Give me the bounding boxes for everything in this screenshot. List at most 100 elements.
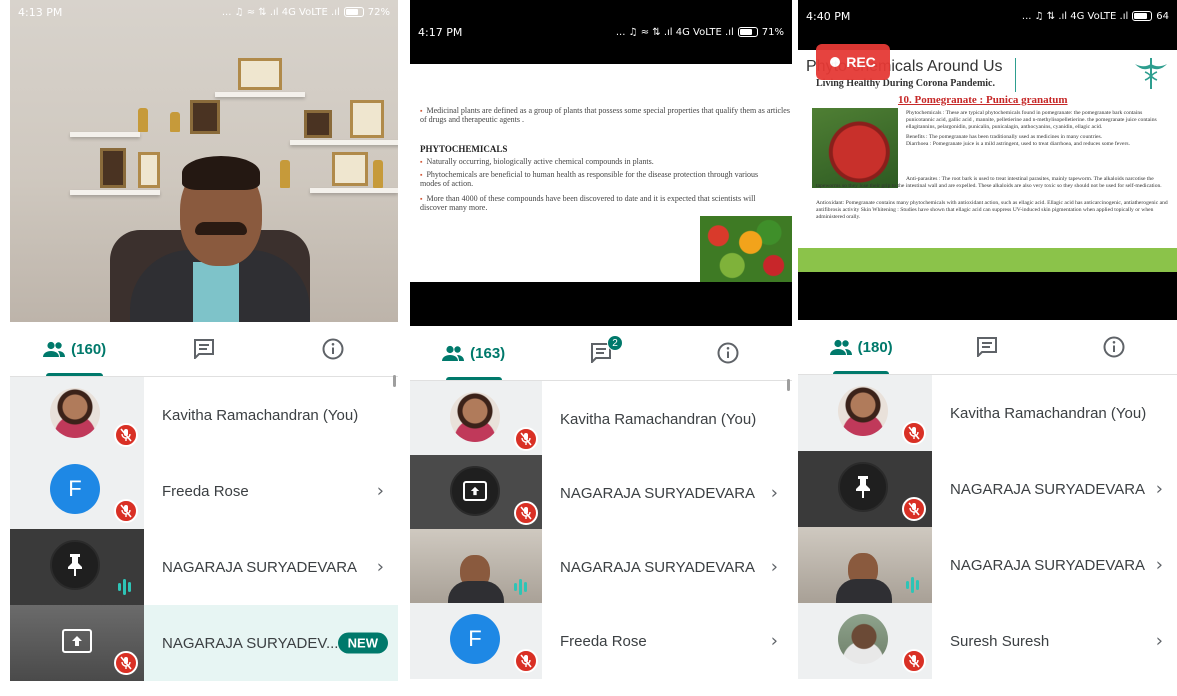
participant-tile bbox=[10, 377, 144, 453]
mic-off-icon bbox=[514, 649, 538, 673]
present-screen-icon bbox=[62, 629, 92, 653]
battery-level: 71% bbox=[761, 26, 784, 38]
slide-bullet: Naturally occurring, biologically active… bbox=[420, 157, 790, 166]
mic-off-icon bbox=[902, 497, 926, 521]
tab-chat[interactable]: 2 bbox=[537, 326, 664, 380]
participant-list[interactable]: Kavitha Ramachandran (You) NAGARAJA SURY… bbox=[410, 379, 792, 696]
phone-screen-3: 4:40 PM ... ♫ ⇅ .ıl 4G VoLTE .ıl 64 REC P… bbox=[798, 0, 1177, 696]
status-network: ... ♫ ≈ ⇅ .ıl 4G VoLTE .ıl bbox=[221, 6, 340, 18]
status-bar: 4:13 PM ... ♫ ≈ ⇅ .ıl 4G VoLTE .ıl 72% bbox=[10, 0, 398, 24]
tab-chat[interactable] bbox=[924, 320, 1050, 374]
wall-shelf bbox=[215, 92, 305, 97]
status-network: ... ♫ ≈ ⇅ .ıl 4G VoLTE .ıl bbox=[615, 26, 734, 38]
participant-name: NAGARAJA SURYADEVARA › bbox=[560, 482, 778, 504]
trophy bbox=[280, 160, 290, 188]
info-icon bbox=[322, 338, 344, 360]
slide-text-block: Antioxidant: Pomegranate contains many p… bbox=[816, 200, 1168, 220]
trophy bbox=[170, 112, 180, 132]
participant-row[interactable]: NAGARAJA SURYADEVARA › bbox=[798, 451, 1177, 527]
participant-body bbox=[448, 581, 504, 605]
participant-row[interactable]: NAGARAJA SURYADEVARA › bbox=[10, 529, 398, 605]
tab-people[interactable]: (180) bbox=[798, 320, 924, 374]
participant-row[interactable]: F Freeda Rose › bbox=[10, 453, 398, 529]
mic-off-icon bbox=[514, 427, 538, 451]
battery-level: 64 bbox=[1156, 10, 1169, 22]
slide-footer-bar bbox=[798, 248, 1177, 272]
participant-tile bbox=[798, 451, 932, 527]
award-frame bbox=[100, 148, 126, 188]
people-count: (163) bbox=[470, 344, 506, 362]
presenter-video[interactable]: 4:13 PM ... ♫ ≈ ⇅ .ıl 4G VoLTE .ıl 72% bbox=[10, 0, 398, 322]
participant-tile bbox=[10, 529, 144, 605]
info-icon bbox=[1103, 336, 1125, 358]
participant-row[interactable]: Suresh Suresh › bbox=[798, 603, 1177, 679]
slide-text-block: Anti-parasites : The root bark is used t… bbox=[816, 176, 1162, 189]
tab-info[interactable] bbox=[269, 322, 398, 376]
chevron-right-icon[interactable]: › bbox=[1156, 479, 1163, 500]
trophy bbox=[138, 108, 148, 132]
meeting-tabs: (180) bbox=[798, 320, 1177, 374]
participant-row[interactable]: Kavitha Ramachandran (You) bbox=[10, 377, 398, 453]
participant-name: NAGARAJA SURYADEVARA › bbox=[560, 556, 778, 578]
pin-icon bbox=[68, 554, 82, 576]
slide-heading: PHYTOCHEMICALS bbox=[420, 144, 508, 154]
participant-name: NAGARAJA SURYADEV... NEW bbox=[144, 605, 398, 681]
chevron-right-icon[interactable]: › bbox=[771, 557, 778, 578]
chevron-right-icon[interactable]: › bbox=[377, 557, 384, 578]
participant-name: NAGARAJA SURYADEVARA › bbox=[162, 556, 384, 578]
participant-row[interactable]: F Freeda Rose › bbox=[410, 603, 792, 679]
pin-icon bbox=[856, 476, 870, 498]
tab-chat[interactable] bbox=[139, 322, 268, 376]
tab-info[interactable] bbox=[1051, 320, 1177, 374]
chevron-right-icon[interactable]: › bbox=[377, 481, 384, 502]
participant-tile bbox=[10, 605, 144, 681]
people-count: (160) bbox=[71, 340, 107, 358]
new-badge: NEW bbox=[337, 632, 388, 654]
participant-row[interactable]: Kavitha Ramachandran (You) bbox=[798, 375, 1177, 451]
avatar bbox=[838, 386, 888, 436]
award-frame bbox=[238, 58, 282, 90]
trophy bbox=[373, 160, 383, 188]
award-frame bbox=[190, 100, 220, 134]
participant-row[interactable]: NAGARAJA SURYADEVARA › bbox=[410, 455, 792, 531]
tab-info[interactable] bbox=[665, 326, 792, 380]
meeting-tabs: (160) bbox=[10, 322, 398, 376]
status-time: 4:40 PM bbox=[806, 9, 851, 23]
chevron-right-icon[interactable]: › bbox=[1156, 555, 1163, 576]
slide-intro: Medicinal plants are defined as a group … bbox=[420, 106, 790, 124]
wall-shelf bbox=[70, 132, 140, 137]
unread-chat-badge: 2 bbox=[606, 335, 623, 351]
participant-row[interactable]: Kavitha Ramachandran (You) bbox=[410, 381, 792, 457]
slide-bullet: Phytochemicals are beneficial to human h… bbox=[420, 170, 780, 188]
presentation-video[interactable]: 4:17 PM ... ♫ ≈ ⇅ .ıl 4G VoLTE .ıl 71% Me… bbox=[410, 0, 792, 326]
participant-row[interactable]: NAGARAJA SURYADEVARA › bbox=[410, 529, 792, 605]
chevron-right-icon[interactable]: › bbox=[771, 631, 778, 652]
participant-list[interactable]: Kavitha Ramachandran (You) F Freeda Rose… bbox=[10, 375, 398, 696]
participant-tile bbox=[410, 529, 542, 605]
participant-row[interactable]: NAGARAJA SURYADEVARA › bbox=[798, 527, 1177, 603]
participant-list[interactable]: Kavitha Ramachandran (You) NAGARAJA SURY… bbox=[798, 374, 1177, 696]
presentation-video[interactable]: 4:40 PM ... ♫ ⇅ .ıl 4G VoLTE .ıl 64 REC P… bbox=[798, 0, 1177, 320]
speaking-indicator-icon bbox=[906, 577, 919, 593]
participant-name: Kavitha Ramachandran (You) bbox=[162, 406, 359, 424]
chevron-right-icon[interactable]: › bbox=[1156, 631, 1163, 652]
participant-name: NAGARAJA SURYADEVARA › bbox=[950, 554, 1163, 576]
shared-slide: Medicinal plants are defined as a group … bbox=[410, 64, 792, 282]
participant-tile bbox=[798, 603, 932, 679]
participant-row[interactable]: NAGARAJA SURYADEV... NEW bbox=[10, 605, 398, 681]
participant-name: Freeda Rose › bbox=[162, 480, 384, 502]
status-time: 4:17 PM bbox=[418, 25, 463, 39]
vegetables-image bbox=[700, 216, 792, 282]
award-frame bbox=[138, 152, 160, 188]
avatar: F bbox=[450, 614, 500, 664]
battery-icon bbox=[343, 7, 364, 17]
battery-icon bbox=[1132, 11, 1153, 21]
avatar bbox=[838, 614, 888, 664]
status-bar: 4:40 PM ... ♫ ⇅ .ıl 4G VoLTE .ıl 64 bbox=[798, 4, 1177, 28]
tab-people[interactable]: (163) bbox=[410, 326, 537, 380]
participant-tile: F bbox=[410, 603, 542, 679]
participant-tile bbox=[798, 527, 932, 603]
chevron-right-icon[interactable]: › bbox=[771, 483, 778, 504]
tab-people[interactable]: (160) bbox=[10, 322, 139, 376]
participant-tile bbox=[798, 375, 932, 451]
